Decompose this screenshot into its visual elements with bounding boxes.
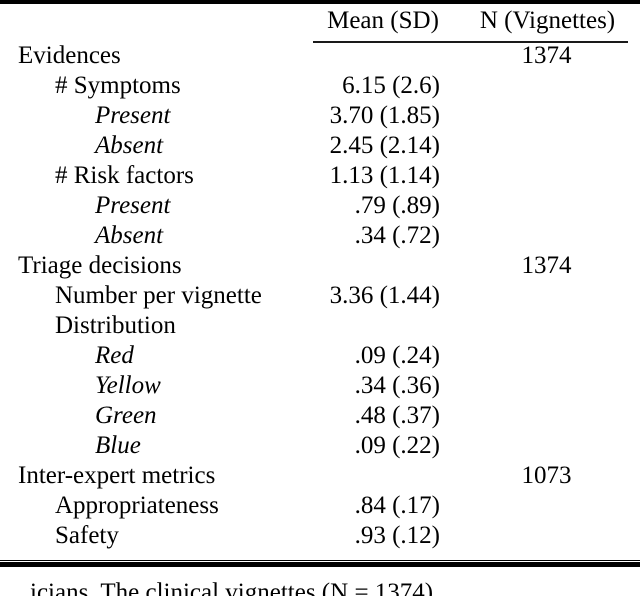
row-label: Absent: [95, 132, 164, 159]
cell-n-vignettes: 1374: [521, 42, 572, 69]
cell-mean-sd: .09 (.24): [354, 342, 440, 369]
row-label: Appropriateness: [55, 492, 219, 519]
cell-mean-sd: .48 (.37): [354, 402, 440, 429]
cell-mean-sd: .84 (.17): [354, 492, 440, 519]
cell-mean-sd: 6.15 (2.6): [342, 72, 440, 99]
cell-n-vignettes: [461, 131, 640, 161]
row-label: Number per vignette: [55, 282, 262, 309]
cell-mean-sd: .79 (.89): [354, 192, 440, 219]
statistics-table: Mean (SD) N (Vignettes) Evidences 1374 # S…: [0, 6, 640, 551]
table-header-row: Mean (SD) N (Vignettes): [0, 6, 640, 41]
row-label: Safety: [55, 522, 119, 549]
table-top-rule: [0, 0, 640, 4]
cell-mean-sd: .09 (.22): [354, 432, 440, 459]
table-row: Present 3.70 (1.85): [0, 101, 640, 131]
cell-n-vignettes: [461, 431, 640, 461]
table-bottom-rule: [0, 560, 640, 567]
cell-n-vignettes: [461, 491, 640, 521]
table-row: Green .48 (.37): [0, 401, 640, 431]
cell-n-vignettes: [461, 191, 640, 221]
cell-n-vignettes: [461, 281, 640, 311]
cell-n-vignettes: [461, 521, 640, 551]
row-label: Red: [95, 342, 134, 369]
table-row: Triage decisions 1374: [0, 251, 640, 281]
cell-mean-sd: 2.45 (2.14): [329, 132, 440, 159]
table-row: Absent 2.45 (2.14): [0, 131, 640, 161]
cell-mean-sd: [313, 311, 461, 341]
cell-n-vignettes: [461, 161, 640, 191]
cell-n-vignettes: 1073: [521, 462, 572, 489]
cell-mean-sd: 3.36 (1.44): [329, 282, 440, 309]
caption-fragment-text: icians. The clinical vignettes (N = 1374…: [30, 579, 434, 596]
caption-fragment: icians. The clinical vignettes (N = 1374…: [0, 578, 640, 596]
cell-n-vignettes: [461, 101, 640, 131]
row-label: Blue: [95, 432, 141, 459]
row-label: # Risk factors: [55, 162, 194, 189]
table-row: Inter-expert metrics 1073: [0, 461, 640, 491]
column-header-label: [0, 6, 313, 41]
column-header-n-vignettes: N (Vignettes): [479, 7, 616, 34]
row-label: Evidences: [18, 42, 121, 69]
cell-n-vignettes: [461, 371, 640, 401]
cell-mean-sd: [313, 251, 461, 281]
cell-mean-sd: 1.13 (1.14): [329, 162, 440, 189]
table-row: Yellow .34 (.36): [0, 371, 640, 401]
cell-mean-sd: [313, 41, 461, 71]
cell-mean-sd: .93 (.12): [354, 522, 440, 549]
cell-mean-sd: [313, 461, 461, 491]
table-row: Evidences 1374: [0, 41, 640, 71]
row-label: Yellow: [95, 372, 161, 399]
table-row: Red .09 (.24): [0, 341, 640, 371]
row-label: Inter-expert metrics: [18, 462, 216, 489]
table-row: # Symptoms 6.15 (2.6): [0, 71, 640, 101]
table-row: Present .79 (.89): [0, 191, 640, 221]
row-label: Present: [95, 102, 171, 129]
cell-mean-sd: .34 (.36): [354, 372, 440, 399]
cell-n-vignettes: [461, 341, 640, 371]
table-body: Evidences 1374 # Symptoms 6.15 (2.6) Present…: [0, 41, 640, 551]
cell-n-vignettes: [461, 311, 640, 341]
row-label: # Symptoms: [55, 72, 181, 99]
table-row: Blue .09 (.22): [0, 431, 640, 461]
row-label: Distribution: [55, 312, 176, 339]
table-row: Absent .34 (.72): [0, 221, 640, 251]
row-label: Green: [95, 402, 157, 429]
cell-mean-sd: .34 (.72): [354, 222, 440, 249]
table-row: Number per vignette 3.36 (1.44): [0, 281, 640, 311]
row-label: Triage decisions: [18, 252, 182, 279]
row-label: Present: [95, 192, 171, 219]
cell-mean-sd: 3.70 (1.85): [329, 102, 440, 129]
cell-n-vignettes: [461, 401, 640, 431]
cell-n-vignettes: [461, 71, 640, 101]
table-page: Mean (SD) N (Vignettes) Evidences 1374 # S…: [0, 0, 640, 596]
cell-n-vignettes: 1374: [521, 252, 572, 279]
table-row: Distribution: [0, 311, 640, 341]
table-row: Appropriateness .84 (.17): [0, 491, 640, 521]
cell-n-vignettes: [461, 221, 640, 251]
column-header-mean-sd: Mean (SD): [327, 7, 439, 34]
row-label: Absent: [95, 222, 164, 249]
table-head: Mean (SD) N (Vignettes): [0, 6, 640, 41]
table-row: # Risk factors 1.13 (1.14): [0, 161, 640, 191]
table-row: Safety .93 (.12): [0, 521, 640, 551]
